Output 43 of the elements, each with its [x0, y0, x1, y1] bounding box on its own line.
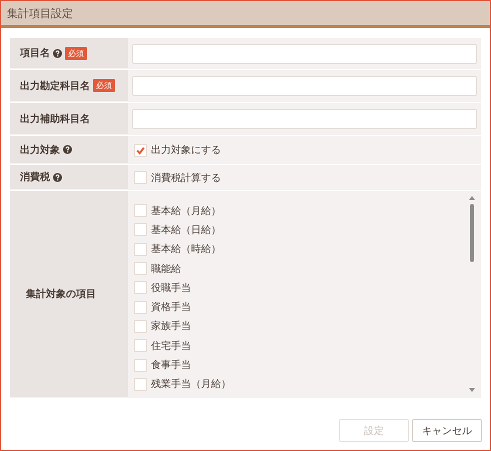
- window-title: 集計項目設定: [7, 6, 73, 20]
- checkbox-label: 家族手当: [151, 320, 191, 334]
- checkbox[interactable]: [134, 358, 147, 372]
- checkbox[interactable]: [134, 339, 147, 352]
- field-label: 出力対象: [20, 143, 60, 156]
- scroll-down-icon[interactable]: [469, 388, 475, 392]
- scrollbar-thumb[interactable]: [470, 204, 474, 262]
- checkbox-label: 基本給（月給）: [151, 204, 221, 218]
- checkbox[interactable]: [134, 262, 147, 276]
- field-label: 消費税: [20, 170, 50, 184]
- checkbox[interactable]: [134, 378, 147, 391]
- checkbox[interactable]: [134, 144, 147, 156]
- input-field[interactable]: [132, 76, 477, 96]
- required-badge: 必須: [93, 79, 115, 92]
- help-icon[interactable]: [53, 48, 62, 58]
- checkbox-label: 基本給（時給）: [151, 242, 221, 256]
- checkbox[interactable]: [134, 223, 147, 236]
- checkbox-label: 役職手当: [151, 282, 191, 295]
- checkbox-label: 残業手当（月給）: [151, 378, 231, 392]
- help-icon[interactable]: [63, 145, 72, 154]
- required-badge: 必須: [65, 46, 87, 60]
- field-label: 項目名: [20, 46, 50, 60]
- checkbox-label: 出力対象にする: [151, 144, 221, 157]
- field-label: 出力勘定科目名: [20, 79, 90, 92]
- checkbox[interactable]: [134, 204, 147, 218]
- checkbox[interactable]: [134, 242, 147, 256]
- checkbox[interactable]: [134, 320, 147, 333]
- checkbox-label: 基本給（日給）: [151, 224, 221, 237]
- checkbox-label: 資格手当: [151, 300, 191, 314]
- checkbox[interactable]: [134, 171, 147, 184]
- checkbox-label: 住宅手当: [151, 340, 191, 353]
- checkbox[interactable]: [134, 300, 147, 314]
- dialog-button[interactable]: キャンセル: [412, 419, 482, 442]
- help-icon[interactable]: [53, 172, 62, 182]
- input-field[interactable]: [132, 44, 477, 64]
- field-label: 出力補助科目名: [20, 112, 90, 126]
- field-label: 集計対象の項目: [26, 287, 96, 301]
- checkbox-label: 消費税計算する: [151, 172, 221, 184]
- checkbox-label: 食事手当: [151, 358, 191, 372]
- input-field[interactable]: [132, 109, 477, 129]
- checkbox[interactable]: [134, 281, 147, 294]
- checkbox-label: 職能給: [151, 262, 181, 276]
- scroll-up-icon[interactable]: [469, 196, 475, 200]
